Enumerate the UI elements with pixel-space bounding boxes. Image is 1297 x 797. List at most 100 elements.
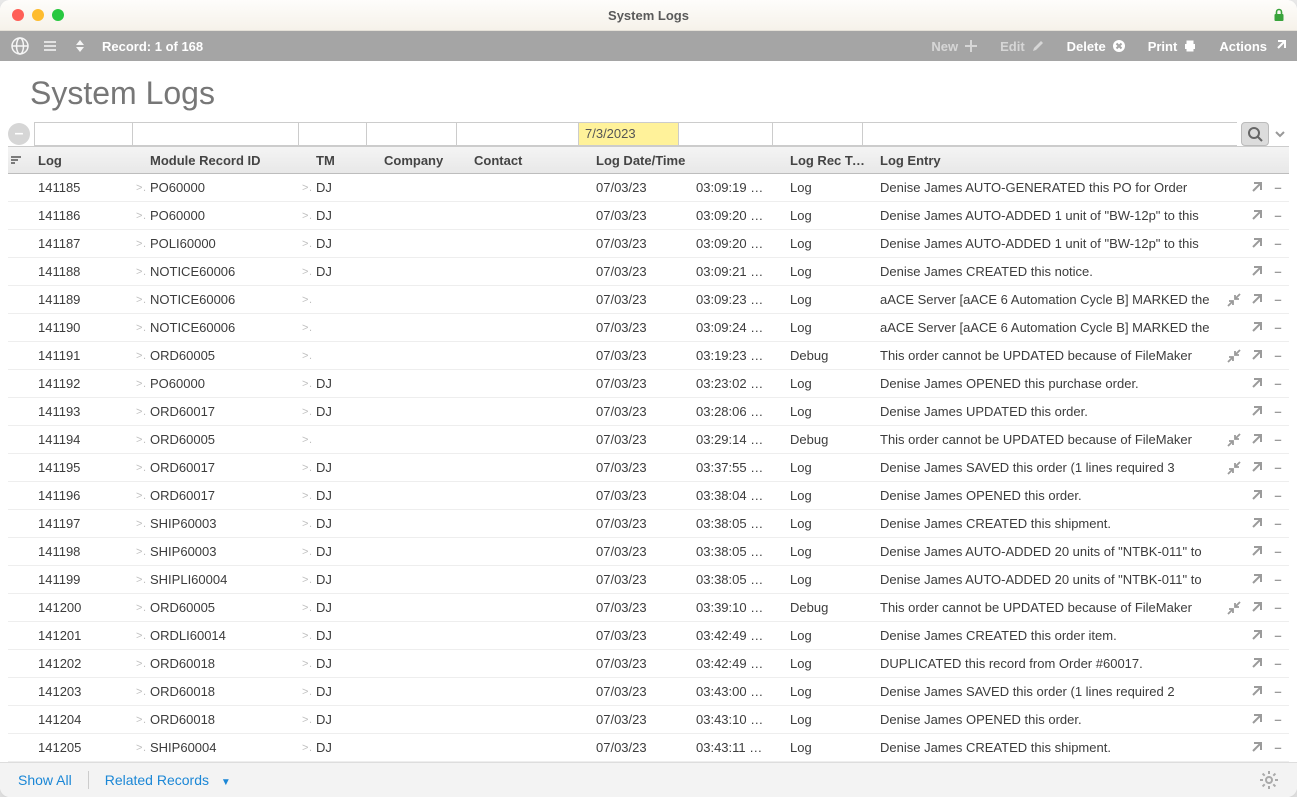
header-entry[interactable]: Log Entry — [876, 153, 1223, 168]
sort-icon[interactable] — [8, 153, 34, 167]
table-row[interactable]: 141199>SHIPLI60004>DJ07/03/2303:38:05 PM… — [8, 566, 1289, 594]
open-record-icon[interactable] — [1245, 405, 1267, 419]
search-time[interactable] — [678, 122, 772, 146]
remove-row-icon[interactable]: – — [1267, 600, 1289, 615]
goto-module-icon[interactable]: > — [132, 546, 146, 558]
remove-row-icon[interactable]: – — [1267, 488, 1289, 503]
open-record-icon[interactable] — [1245, 601, 1267, 615]
goto-module-icon[interactable]: > — [132, 434, 146, 446]
remove-row-icon[interactable]: – — [1267, 404, 1289, 419]
goto-module-icon[interactable]: > — [132, 294, 146, 306]
expand-icon[interactable] — [1223, 293, 1245, 307]
search-contact[interactable] — [456, 122, 578, 146]
goto-tm-icon[interactable]: > — [298, 238, 312, 250]
edit-button[interactable]: Edit — [1000, 39, 1045, 54]
goto-module-icon[interactable]: > — [132, 406, 146, 418]
table-row[interactable]: 141201>ORDLI60014>DJ07/03/2303:42:49 PML… — [8, 622, 1289, 650]
open-record-icon[interactable] — [1245, 517, 1267, 531]
goto-tm-icon[interactable]: > — [298, 182, 312, 194]
table-row[interactable]: 141185>PO60000>DJ07/03/2303:09:19 PMLogD… — [8, 174, 1289, 202]
open-record-icon[interactable] — [1245, 741, 1267, 755]
remove-row-icon[interactable]: – — [1267, 516, 1289, 531]
goto-tm-icon[interactable]: > — [298, 742, 312, 754]
goto-module-icon[interactable]: > — [132, 238, 146, 250]
expand-icon[interactable] — [1223, 601, 1245, 615]
goto-tm-icon[interactable]: > — [298, 434, 312, 446]
search-log[interactable] — [34, 122, 132, 146]
header-company[interactable]: Company — [380, 153, 470, 168]
goto-module-icon[interactable]: > — [132, 714, 146, 726]
goto-tm-icon[interactable]: > — [298, 546, 312, 558]
header-log[interactable]: Log — [34, 153, 132, 168]
search-entry[interactable] — [862, 122, 1237, 146]
table-row[interactable]: 141198>SHIP60003>DJ07/03/2303:38:05 PMLo… — [8, 538, 1289, 566]
table-row[interactable]: 141197>SHIP60003>DJ07/03/2303:38:05 PMLo… — [8, 510, 1289, 538]
table-row[interactable]: 141202>ORD60018>DJ07/03/2303:42:49 PMLog… — [8, 650, 1289, 678]
goto-module-icon[interactable]: > — [132, 378, 146, 390]
search-options-dropdown[interactable] — [1271, 122, 1289, 146]
table-row[interactable]: 141196>ORD60017>DJ07/03/2303:38:04 PMLog… — [8, 482, 1289, 510]
delete-button[interactable]: Delete — [1067, 39, 1126, 54]
remove-row-icon[interactable]: – — [1267, 180, 1289, 195]
search-module[interactable] — [132, 122, 298, 146]
goto-module-icon[interactable]: > — [132, 266, 146, 278]
open-record-icon[interactable] — [1245, 629, 1267, 643]
goto-module-icon[interactable]: > — [132, 602, 146, 614]
remove-row-icon[interactable]: – — [1267, 348, 1289, 363]
open-record-icon[interactable] — [1245, 433, 1267, 447]
header-type[interactable]: Log Rec Type — [786, 153, 876, 168]
table-row[interactable]: 141190>NOTICE60006>07/03/2303:09:24 PMLo… — [8, 314, 1289, 342]
table-row[interactable]: 141195>ORD60017>DJ07/03/2303:37:55 PMLog… — [8, 454, 1289, 482]
goto-module-icon[interactable]: > — [132, 630, 146, 642]
goto-tm-icon[interactable]: > — [298, 574, 312, 586]
goto-module-icon[interactable]: > — [132, 574, 146, 586]
remove-row-icon[interactable]: – — [1267, 572, 1289, 587]
remove-row-icon[interactable]: – — [1267, 628, 1289, 643]
table-row[interactable]: 141204>ORD60018>DJ07/03/2303:43:10 PMLog… — [8, 706, 1289, 734]
header-module[interactable]: Module Record ID — [146, 153, 298, 168]
goto-tm-icon[interactable]: > — [298, 714, 312, 726]
remove-row-icon[interactable]: – — [1267, 460, 1289, 475]
goto-tm-icon[interactable]: > — [298, 686, 312, 698]
open-record-icon[interactable] — [1245, 237, 1267, 251]
menu-icon[interactable] — [40, 36, 60, 56]
open-record-icon[interactable] — [1245, 685, 1267, 699]
goto-tm-icon[interactable]: > — [298, 462, 312, 474]
table-row[interactable]: 141191>ORD60005>07/03/2303:19:23 PMDebug… — [8, 342, 1289, 370]
table-row[interactable]: 141188>NOTICE60006>DJ07/03/2303:09:21 PM… — [8, 258, 1289, 286]
goto-module-icon[interactable]: > — [132, 350, 146, 362]
remove-row-icon[interactable]: – — [1267, 544, 1289, 559]
minimize-window-button[interactable] — [32, 9, 44, 21]
goto-module-icon[interactable]: > — [132, 658, 146, 670]
open-record-icon[interactable] — [1245, 209, 1267, 223]
goto-module-icon[interactable]: > — [132, 210, 146, 222]
table-row[interactable]: 141193>ORD60017>DJ07/03/2303:28:06 PMLog… — [8, 398, 1289, 426]
goto-module-icon[interactable]: > — [132, 490, 146, 502]
table-row[interactable]: 141194>ORD60005>07/03/2303:29:14 PMDebug… — [8, 426, 1289, 454]
gear-icon[interactable] — [1259, 770, 1279, 790]
search-type[interactable] — [772, 122, 862, 146]
goto-module-icon[interactable]: > — [132, 518, 146, 530]
new-button[interactable]: New — [931, 39, 978, 54]
remove-row-icon[interactable]: – — [1267, 712, 1289, 727]
grid-body[interactable]: 141185>PO60000>DJ07/03/2303:09:19 PMLogD… — [8, 174, 1289, 762]
print-button[interactable]: Print — [1148, 39, 1198, 54]
open-record-icon[interactable] — [1245, 293, 1267, 307]
zoom-window-button[interactable] — [52, 9, 64, 21]
goto-tm-icon[interactable]: > — [298, 266, 312, 278]
open-record-icon[interactable] — [1245, 489, 1267, 503]
expand-icon[interactable] — [1223, 433, 1245, 447]
remove-row-icon[interactable]: – — [1267, 320, 1289, 335]
header-datetime[interactable]: Log Date/Time — [592, 153, 692, 168]
remove-row-icon[interactable]: – — [1267, 236, 1289, 251]
remove-row-icon[interactable]: – — [1267, 684, 1289, 699]
goto-module-icon[interactable]: > — [132, 322, 146, 334]
remove-row-icon[interactable]: – — [1267, 432, 1289, 447]
goto-tm-icon[interactable]: > — [298, 602, 312, 614]
related-records-link[interactable]: Related Records ▼ — [105, 772, 231, 788]
search-tm[interactable] — [298, 122, 366, 146]
table-row[interactable]: 141189>NOTICE60006>07/03/2303:09:23 PMLo… — [8, 286, 1289, 314]
goto-tm-icon[interactable]: > — [298, 658, 312, 670]
goto-tm-icon[interactable]: > — [298, 406, 312, 418]
expand-icon[interactable] — [1223, 349, 1245, 363]
